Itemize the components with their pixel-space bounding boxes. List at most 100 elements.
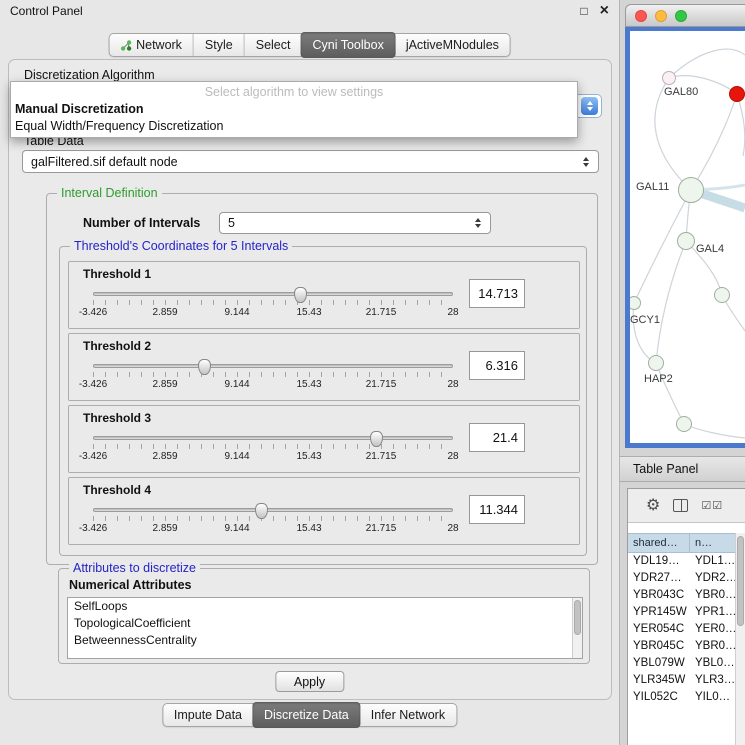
dropdown-option-manual-discretization[interactable]: Manual Discretization bbox=[11, 101, 577, 118]
numerical-attributes-list[interactable]: SelfLoops TopologicalCoefficient Between… bbox=[67, 597, 583, 659]
cell-name[interactable]: YLR3… bbox=[690, 672, 735, 689]
table-row[interactable]: YBR045C YBR0… bbox=[628, 638, 735, 655]
threshold-4-slider[interactable]: -3.426 2.859 9.144 15.43 21.715 28 bbox=[93, 502, 453, 538]
threshold-1-value-field[interactable]: 14.713 bbox=[469, 279, 525, 308]
close-icon[interactable]: × bbox=[600, 3, 609, 19]
threshold-3-label: Threshold 3 bbox=[83, 411, 151, 425]
node-gal11[interactable] bbox=[678, 177, 704, 203]
slider-track[interactable] bbox=[93, 508, 453, 512]
tab-select[interactable]: Select bbox=[244, 34, 302, 56]
tick-label: 28 bbox=[447, 379, 458, 390]
select-rows-icon[interactable]: ☑☑ bbox=[701, 499, 723, 512]
cell-shared-name[interactable]: YER054C bbox=[628, 621, 690, 638]
cell-name[interactable]: YDL1… bbox=[690, 553, 735, 570]
table-row[interactable]: YIL052C YIL0… bbox=[628, 689, 735, 706]
slider-track[interactable] bbox=[93, 436, 453, 440]
mac-close-icon[interactable] bbox=[635, 10, 647, 22]
node-hap2[interactable] bbox=[648, 355, 664, 371]
stepper-down-arrow-icon bbox=[587, 107, 593, 111]
slider-thumb[interactable] bbox=[294, 287, 307, 303]
cell-shared-name[interactable]: YBL079W bbox=[628, 655, 690, 672]
list-item[interactable]: SelfLoops bbox=[68, 598, 582, 615]
node-label: GAL80 bbox=[664, 86, 698, 98]
tab-jactivemodules[interactable]: jActiveMNodules bbox=[395, 34, 510, 56]
threshold-1-block: Threshold 1 -3.426 2.859 9.144 15.43 21.… bbox=[68, 261, 580, 329]
threshold-2-value-field[interactable]: 6.316 bbox=[469, 351, 525, 380]
table-row[interactable]: YDR27… YDR2… bbox=[628, 570, 735, 587]
node-gal4[interactable] bbox=[677, 232, 695, 250]
slider-ticks bbox=[93, 372, 453, 377]
algorithm-combobox-edge[interactable] bbox=[577, 94, 602, 118]
float-window-icon[interactable]: □ bbox=[580, 5, 587, 17]
column-header-shared-name[interactable]: shared… bbox=[628, 534, 690, 552]
node-gal80[interactable] bbox=[662, 71, 676, 85]
table-row[interactable]: YER054C YER0… bbox=[628, 621, 735, 638]
tab-network[interactable]: Network bbox=[109, 34, 193, 56]
cell-name[interactable]: YIL0… bbox=[690, 689, 735, 706]
number-of-intervals-combobox[interactable]: 5 bbox=[219, 212, 491, 234]
mac-zoom-icon[interactable] bbox=[675, 10, 687, 22]
scrollbar-thumb[interactable] bbox=[574, 600, 581, 635]
columns-icon[interactable] bbox=[673, 499, 688, 512]
threshold-4-value-field[interactable]: 11.344 bbox=[469, 495, 525, 524]
tab-cyni-toolbox[interactable]: Cyni Toolbox bbox=[300, 32, 395, 58]
tab-discretize-data-label: Discretize Data bbox=[264, 708, 349, 722]
table-row[interactable]: YPR145W YPR1… bbox=[628, 604, 735, 621]
up-arrow-icon bbox=[583, 157, 589, 161]
table-data-combobox[interactable]: galFiltered.sif default node bbox=[22, 150, 599, 173]
list-scrollbar[interactable] bbox=[572, 598, 582, 658]
tab-impute-data[interactable]: Impute Data bbox=[163, 704, 253, 726]
tab-infer-network[interactable]: Infer Network bbox=[360, 704, 456, 726]
tick-label: 9.144 bbox=[224, 451, 249, 462]
mac-minimize-icon[interactable] bbox=[655, 10, 667, 22]
slider-track[interactable] bbox=[93, 292, 453, 296]
tick-label: 21.715 bbox=[366, 451, 397, 462]
stepper-up-arrow-icon bbox=[587, 101, 593, 105]
combobox-stepper-icon[interactable] bbox=[581, 97, 598, 115]
gear-icon[interactable]: ⚙ bbox=[646, 498, 660, 514]
slider-track[interactable] bbox=[93, 364, 453, 368]
scrollbar-thumb[interactable] bbox=[737, 536, 744, 626]
cell-shared-name[interactable]: YIL052C bbox=[628, 689, 690, 706]
cell-name[interactable]: YBR0… bbox=[690, 638, 735, 655]
network-window-titlebar[interactable] bbox=[625, 4, 745, 27]
network-canvas[interactable]: GAL80 GAL11 GAL4 GCY1 HAP2 bbox=[630, 31, 745, 443]
tick-label: 9.144 bbox=[224, 379, 249, 390]
column-header-name[interactable]: n… bbox=[690, 534, 735, 552]
slider-scale: -3.426 2.859 9.144 15.43 21.715 28 bbox=[93, 307, 453, 319]
cell-shared-name[interactable]: YBR043C bbox=[628, 587, 690, 604]
threshold-1-slider[interactable]: -3.426 2.859 9.144 15.43 21.715 28 bbox=[93, 286, 453, 322]
table-panel-title: Table Panel bbox=[633, 462, 698, 476]
table-row[interactable]: YBL079W YBL0… bbox=[628, 655, 735, 672]
table-row[interactable]: YDL19… YDL1… bbox=[628, 553, 735, 570]
threshold-3-slider[interactable]: -3.426 2.859 9.144 15.43 21.715 28 bbox=[93, 430, 453, 466]
node-selected-red[interactable] bbox=[729, 86, 745, 102]
node-unlabeled[interactable] bbox=[714, 287, 730, 303]
tab-discretize-data[interactable]: Discretize Data bbox=[252, 702, 361, 728]
table-row[interactable]: YLR345W YLR3… bbox=[628, 672, 735, 689]
list-item[interactable]: TopologicalCoefficient bbox=[68, 615, 582, 632]
cell-name[interactable]: YBL0… bbox=[690, 655, 735, 672]
apply-button[interactable]: Apply bbox=[275, 671, 344, 692]
cell-shared-name[interactable]: YPR145W bbox=[628, 604, 690, 621]
list-item[interactable]: BetweennessCentrality bbox=[68, 632, 582, 649]
cell-name[interactable]: YER0… bbox=[690, 621, 735, 638]
slider-thumb[interactable] bbox=[198, 359, 211, 375]
tab-style[interactable]: Style bbox=[193, 34, 244, 56]
cell-name[interactable]: YBR0… bbox=[690, 587, 735, 604]
cell-shared-name[interactable]: YDR27… bbox=[628, 570, 690, 587]
cell-shared-name[interactable]: YBR045C bbox=[628, 638, 690, 655]
cell-shared-name[interactable]: YLR345W bbox=[628, 672, 690, 689]
node-label: HAP2 bbox=[644, 373, 673, 385]
table-scrollbar[interactable] bbox=[735, 533, 745, 745]
node-unlabeled[interactable] bbox=[676, 416, 692, 432]
cell-name[interactable]: YPR1… bbox=[690, 604, 735, 621]
cell-shared-name[interactable]: YDL19… bbox=[628, 553, 690, 570]
attributes-group-legend: Attributes to discretize bbox=[69, 561, 200, 575]
table-row[interactable]: YBR043C YBR0… bbox=[628, 587, 735, 604]
dropdown-option-equal-width-frequency[interactable]: Equal Width/Frequency Discretization bbox=[11, 118, 577, 135]
tab-network-label: Network bbox=[136, 38, 182, 52]
threshold-3-value-field[interactable]: 21.4 bbox=[469, 423, 525, 452]
threshold-2-slider[interactable]: -3.426 2.859 9.144 15.43 21.715 28 bbox=[93, 358, 453, 394]
cell-name[interactable]: YDR2… bbox=[690, 570, 735, 587]
